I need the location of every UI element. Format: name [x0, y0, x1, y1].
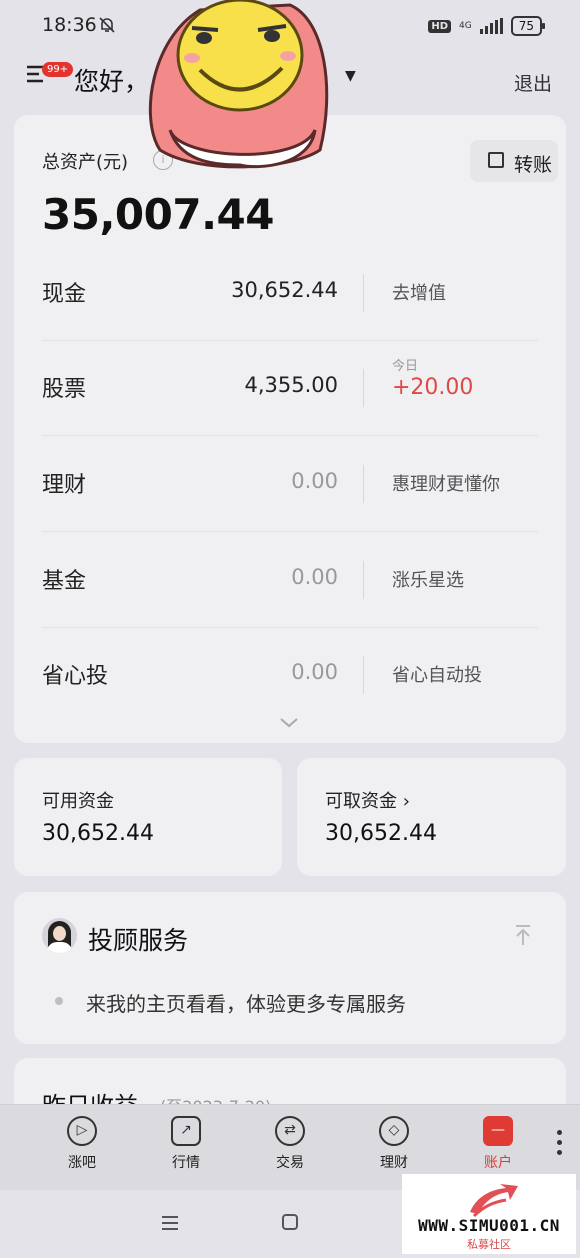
divider: [363, 465, 364, 503]
divider: [363, 274, 364, 312]
pin-top-icon[interactable]: [514, 924, 532, 946]
tab-account[interactable]: — 账户: [463, 1116, 533, 1172]
battery-icon: 75: [510, 16, 546, 36]
expand-chevron-icon[interactable]: [280, 718, 298, 728]
asset-name: 基金: [42, 569, 87, 594]
mute-bell-icon: [99, 17, 115, 33]
status-right: HD 4G 75: [428, 16, 546, 36]
divider: [363, 369, 364, 407]
home-icon[interactable]: [282, 1214, 298, 1230]
asset-action[interactable]: 惠理财更懂你: [392, 470, 500, 496]
greeting: 您好，: [74, 67, 150, 96]
exchange-icon: ⇄: [275, 1116, 305, 1146]
watermark-logo: [470, 1184, 518, 1218]
asset-name: 省心投: [42, 664, 109, 689]
transfer-label: 转账: [514, 154, 553, 176]
asset-row-auto-invest[interactable]: 省心投 0.00 省心自动投: [42, 628, 538, 723]
more-dots-icon[interactable]: [557, 1130, 563, 1160]
watermark-subtitle: 私募社区: [467, 1238, 511, 1251]
account-dropdown-icon[interactable]: ▼: [345, 68, 356, 84]
tab-zhangba[interactable]: ▷ 涨吧: [47, 1116, 117, 1172]
tab-label: 涨吧: [68, 1155, 96, 1171]
available-funds-value: 30,652.44: [42, 821, 154, 846]
divider: [363, 561, 364, 599]
recent-apps-icon[interactable]: [162, 1216, 178, 1234]
tab-market[interactable]: ↗ 行情: [151, 1116, 221, 1172]
message-badge[interactable]: 99+: [42, 62, 74, 77]
divider: [42, 435, 538, 436]
asset-action[interactable]: 涨乐星选: [392, 566, 464, 592]
asset-row-wealth[interactable]: 理财 0.00 惠理财更懂你: [42, 437, 538, 532]
asset-row-fund[interactable]: 基金 0.00 涨乐星选: [42, 533, 538, 628]
bullet-dot: [55, 997, 63, 1005]
status-time: 18:36: [42, 14, 97, 36]
today-gain: +20.00: [392, 375, 474, 400]
total-assets-value: 35,007.44: [42, 190, 274, 239]
chart-trend-icon: ↗: [171, 1116, 201, 1146]
tab-label: 行情: [172, 1155, 200, 1171]
watermark-url: WWW.SIMU001.CN: [418, 1216, 560, 1235]
tab-label: 理财: [380, 1155, 408, 1171]
withdrawable-funds-card[interactable]: [297, 758, 566, 876]
tab-wealth[interactable]: ◇ 理财: [359, 1116, 429, 1172]
advisor-avatar[interactable]: [42, 918, 77, 953]
available-funds-label: 可用资金: [42, 791, 114, 812]
asset-action[interactable]: 省心自动投: [392, 661, 482, 687]
asset-amount: 30,652.44: [231, 278, 338, 302]
network-type: 4G: [459, 20, 472, 31]
transfer-button[interactable]: 转账: [470, 140, 558, 182]
divider: [42, 531, 538, 532]
asset-name: 现金: [42, 282, 87, 307]
watermark: WWW.SIMU001.CN 私募社区: [402, 1174, 576, 1254]
hd-icon: HD: [428, 19, 452, 33]
advisor-link-text[interactable]: 来我的主页看看，体验更多专属服务: [86, 988, 406, 1017]
withdrawable-funds-value: 30,652.44: [325, 821, 437, 846]
play-circle-icon: ▷: [67, 1116, 97, 1146]
emoji-sticker: [148, 0, 329, 169]
asset-amount: 0.00: [291, 660, 338, 684]
asset-amount: 0.00: [291, 469, 338, 493]
asset-row-stock[interactable]: 股票 4,355.00 今日 +20.00: [42, 341, 538, 436]
advisor-card: [14, 892, 566, 1044]
logout-button[interactable]: 退出: [514, 69, 552, 96]
asset-amount: 4,355.00: [244, 373, 338, 397]
transfer-icon: [488, 152, 504, 168]
withdrawable-funds-label: 可取资金 ›: [325, 791, 410, 812]
available-funds-card[interactable]: [14, 758, 282, 876]
asset-name: 股票: [42, 377, 87, 402]
tab-label: 交易: [276, 1155, 304, 1171]
divider: [363, 656, 364, 694]
asset-action[interactable]: 去增值: [392, 279, 446, 305]
tab-trade[interactable]: ⇄ 交易: [255, 1116, 325, 1172]
advisor-title: 投顾服务: [88, 926, 189, 955]
today-label: 今日: [392, 359, 419, 374]
asset-name: 理财: [42, 473, 87, 498]
asset-amount: 0.00: [291, 565, 338, 589]
tab-label: 账户: [484, 1155, 512, 1171]
signal-icon: [479, 18, 503, 34]
diamond-icon: ◇: [379, 1116, 409, 1146]
total-assets-label: 总资产(元): [42, 152, 129, 173]
account-icon: —: [483, 1116, 513, 1146]
asset-row-cash[interactable]: 现金 30,652.44 去增值: [42, 246, 538, 341]
